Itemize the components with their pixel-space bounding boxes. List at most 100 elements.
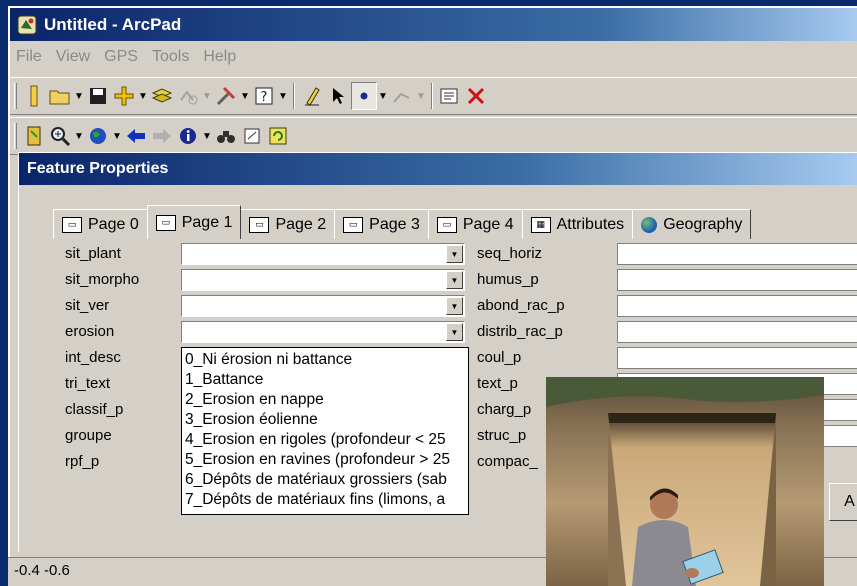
soil-pit-photo [546,377,824,586]
label-struc-p: struc_p [477,427,527,444]
label-humus-p: humus_p [477,271,539,288]
label-sit-plant: sit_plant [65,245,121,262]
menu-file[interactable]: File [16,48,42,66]
pencil-icon[interactable] [21,82,47,110]
menu-help[interactable]: Help [203,48,236,66]
delete-icon[interactable] [463,82,489,110]
distrib-rac-p-field[interactable] [617,321,857,343]
add-layer-icon[interactable] [111,82,137,110]
coul-p-field[interactable] [617,347,857,369]
list-item[interactable]: 1_Battance [185,370,465,390]
globe-icon [641,216,658,233]
list-item[interactable]: 3_Erosion éolienne [185,410,465,430]
label-sit-morpho: sit_morpho [65,271,140,288]
select-arrow-icon[interactable] [325,82,351,110]
label-seq-horiz: seq_horiz [477,245,543,262]
tab-page-1[interactable]: ▭ Page 1 [146,205,242,239]
list-item[interactable]: 2_Erosion en nappe [185,390,465,410]
sit-morpho-combo[interactable]: ▼ [181,269,465,291]
tab-page-0[interactable]: ▭ Page 0 [53,209,148,239]
gps-dropdown-icon[interactable]: ▼ [201,91,213,102]
label-rpf-p: rpf_p [65,453,100,470]
list-item[interactable]: 5_Erosion en ravines (profondeur > 25 [185,450,465,470]
form-page-icon: ▭ [62,216,82,233]
label-tri-text: tri_text [65,375,111,392]
main-toolbar: ▼ ▼ ▼ ▼ ? ▼ ▼ ▼ [10,77,857,115]
menu-gps[interactable]: GPS [104,48,138,66]
info-icon[interactable] [175,122,201,150]
help-icon[interactable]: ? [251,82,277,110]
map-icon[interactable] [21,122,47,150]
toolbar-separator [293,83,295,109]
label-groupe: groupe [65,427,112,444]
navigation-toolbar: ▼ ▼ ▼ [10,117,857,155]
label-erosion: erosion [65,323,115,340]
help-dropdown-icon[interactable]: ▼ [277,91,289,102]
sit-plant-combo[interactable]: ▼ [181,243,465,265]
form-page-icon: ▭ [249,216,270,233]
point-icon[interactable] [351,82,377,110]
chevron-down-icon[interactable]: ▼ [446,271,463,289]
tools-icon[interactable] [213,82,239,110]
menu-tools[interactable]: Tools [152,48,189,66]
label-coul-p: coul_p [477,349,522,366]
tab-geography[interactable]: Geography [632,209,752,239]
vertex-dropdown-icon[interactable]: ▼ [415,91,427,102]
form-page-icon: ▭ [155,214,176,231]
toolbar-grip[interactable] [14,123,17,149]
menu-bar: File View GPS Tools Help [10,41,857,73]
apply-button[interactable]: A [829,483,857,521]
add-layer-dropdown-icon[interactable]: ▼ [137,91,149,102]
list-item[interactable]: 0_Ni érosion ni battance [185,350,465,370]
label-int-desc: int_desc [65,349,121,366]
sit-ver-combo[interactable]: ▼ [181,295,465,317]
chevron-down-icon[interactable]: ▼ [446,297,463,315]
vertex-icon[interactable] [389,82,415,110]
tab-attributes[interactable]: ▦ Attributes [521,209,634,239]
label-text-p: text_p [477,375,518,392]
table-icon: ▦ [530,216,551,233]
chevron-down-icon[interactable]: ▼ [446,323,463,341]
chevron-down-icon[interactable]: ▼ [446,245,463,263]
title-bar[interactable]: Untitled - ArcPad [10,8,857,41]
edit-pen-icon[interactable] [299,82,325,110]
humus-p-field[interactable] [617,269,857,291]
globe-icon[interactable] [85,122,111,150]
point-dropdown-icon[interactable]: ▼ [377,91,389,102]
list-item[interactable]: 7_Dépôts de matériaux fins (limons, a [185,490,465,510]
bookmark-icon[interactable] [239,122,265,150]
menu-view[interactable]: View [56,48,90,66]
seq-horiz-field[interactable] [617,243,857,265]
label-distrib-rac-p: distrib_rac_p [477,323,563,340]
zoom-in-icon[interactable] [47,122,73,150]
tab-page-3[interactable]: ▭ Page 3 [334,209,429,239]
info-dropdown-icon[interactable]: ▼ [201,131,213,142]
toolbar-grip[interactable] [14,83,17,109]
abond-rac-p-field[interactable] [617,295,857,317]
tab-strip: ▭ Page 0 ▭ Page 1 ▭ Page 2 ▭ Page 3 ▭ Page 4 … [53,205,752,239]
find-icon[interactable] [213,122,239,150]
globe-dropdown-icon[interactable]: ▼ [111,131,123,142]
erosion-combo[interactable]: ▼ [181,321,465,343]
forward-arrow-icon[interactable] [149,122,175,150]
refresh-icon[interactable] [265,122,291,150]
form-page-icon: ▭ [436,216,457,233]
open-dropdown-icon[interactable]: ▼ [73,91,85,102]
zoom-dropdown-icon[interactable]: ▼ [73,131,85,142]
list-item[interactable]: 4_Erosion en rigoles (profondeur < 25 [185,430,465,450]
dialog-title[interactable]: Feature Properties [19,153,857,185]
list-item[interactable]: 6_Dépôts de matériaux grossiers (sab [185,470,465,490]
tab-page-4[interactable]: ▭ Page 4 [427,209,523,239]
gps-icon[interactable] [175,82,201,110]
save-icon[interactable] [85,82,111,110]
label-sit-ver: sit_ver [65,297,110,314]
properties-icon[interactable] [437,82,463,110]
label-compac: compac_ [477,453,538,470]
open-folder-icon[interactable] [47,82,73,110]
tab-page-2[interactable]: ▭ Page 2 [240,209,336,239]
label-charg-p: charg_p [477,401,532,418]
back-arrow-icon[interactable] [123,122,149,150]
tools-dropdown-icon[interactable]: ▼ [239,91,251,102]
layers-icon[interactable] [149,82,175,110]
label-classif-p: classif_p [65,401,124,418]
